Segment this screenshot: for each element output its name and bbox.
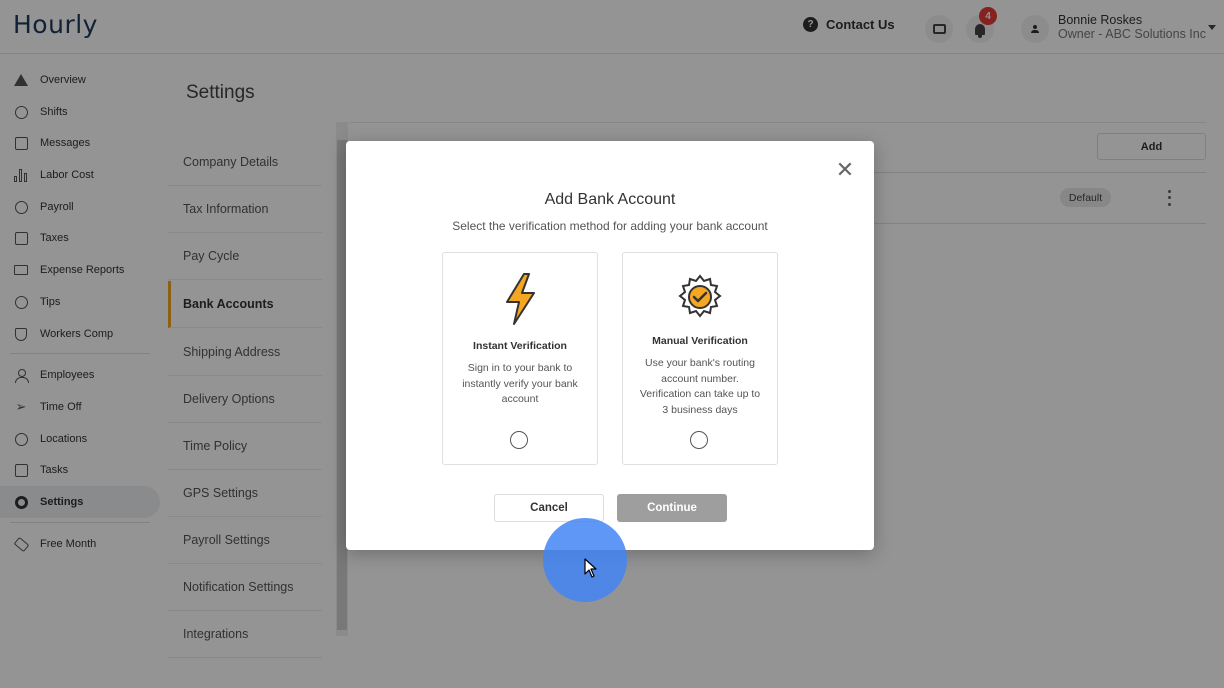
option-title: Instant Verification <box>473 340 567 352</box>
dialog-subtitle: Select the verification method for addin… <box>452 219 768 233</box>
add-bank-account-dialog: ✕ Add Bank Account Select the verificati… <box>346 141 874 550</box>
instant-verification-radio[interactable] <box>510 431 528 449</box>
close-icon[interactable]: ✕ <box>834 159 856 181</box>
option-description: Sign in to your bank to instantly verify… <box>462 362 578 405</box>
mouse-cursor-icon <box>584 558 597 578</box>
option-description: Use your bank's routing account number. … <box>639 357 761 416</box>
option-title: Manual Verification <box>652 335 748 347</box>
gear-check-icon <box>678 274 722 318</box>
instant-verification-option[interactable]: Instant Verification Sign in to your ban… <box>442 252 598 465</box>
lightning-icon <box>506 273 535 325</box>
continue-button[interactable]: Continue <box>617 494 727 522</box>
dialog-title: Add Bank Account <box>544 191 676 208</box>
manual-verification-option[interactable]: Manual Verification Use your bank's rout… <box>622 252 778 465</box>
manual-verification-radio[interactable] <box>690 431 708 449</box>
